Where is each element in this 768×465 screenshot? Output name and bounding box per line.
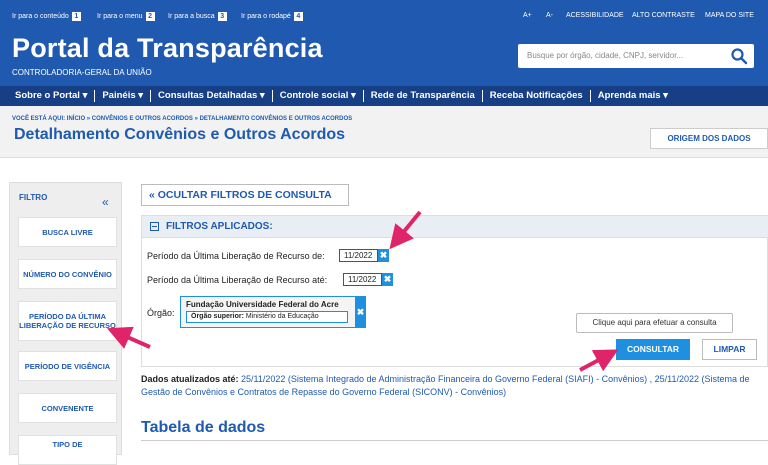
skip-link-key: 3: [217, 12, 227, 21]
font-increase-link[interactable]: A+: [523, 12, 532, 19]
applied-filters-title: FILTROS APLICADOS:: [166, 221, 273, 232]
nav-notificacoes[interactable]: Receba Notificações: [483, 90, 591, 102]
filter-tipo[interactable]: TIPO DE: [18, 435, 117, 465]
data-updated-label: Dados atualizados até:: [141, 374, 239, 384]
portal-subtitle: CONTROLADORIA-GERAL DA UNIÃO: [12, 68, 152, 77]
filter-convenente[interactable]: CONVENENTE: [18, 393, 117, 423]
filter-numero-convenio[interactable]: NÚMERO DO CONVÊNIO: [18, 259, 117, 289]
nav-consultas[interactable]: Consultas Detalhadas ▾: [151, 90, 273, 102]
portal-logo[interactable]: Portal da Transparência: [12, 33, 323, 64]
filter-label-orgao: Órgão:: [147, 308, 175, 318]
nav-aprenda[interactable]: Aprenda mais ▾: [591, 90, 675, 102]
filter-sidebar: FILTRO « BUSCA LIVRE NÚMERO DO CONVÊNIO …: [9, 182, 122, 465]
filter-label-ate: Período da Última Liberação de Recurso a…: [147, 275, 328, 285]
filter-label-de: Período da Última Liberação de Recurso d…: [147, 251, 325, 261]
skip-link-key: 1: [71, 12, 81, 21]
filter-value-ate: 11/2022: [343, 273, 382, 286]
table-title: Tabela de dados: [141, 419, 266, 436]
breadcrumb[interactable]: VOCÊ ESTÁ AQUI: INÍCIO » CONVÊNIOS E OUT…: [12, 116, 352, 122]
high-contrast-link[interactable]: ALTO CONTRASTE: [632, 12, 695, 19]
skip-link-menu[interactable]: Ir para o menu 2: [97, 12, 155, 21]
filter-title: FILTRO: [19, 193, 48, 202]
page-title: Detalhamento Convênios e Outros Acordos: [14, 126, 346, 143]
skip-link-label: Ir para a busca: [168, 13, 215, 20]
orgao-chip: Fundação Universidade Federal do Acre Ór…: [180, 296, 365, 328]
filter-periodo-liberacao[interactable]: PERÍODO DA ÚLTIMA LIBERAÇÃO DE RECURSO: [18, 301, 117, 341]
skip-link-label: Ir para o menu: [97, 13, 143, 20]
skip-link-key: 4: [293, 12, 303, 21]
nav-controle-social[interactable]: Controle social ▾: [273, 90, 364, 102]
orgao-superior-value: Ministério da Educação: [245, 313, 319, 320]
limpar-button[interactable]: LIMPAR: [702, 339, 757, 360]
consultar-button[interactable]: CONSULTAR: [616, 339, 690, 360]
sitemap-link[interactable]: MAPA DO SITE: [705, 12, 754, 19]
efetuar-consulta-button[interactable]: Clique aqui para efetuar a consulta: [576, 313, 733, 333]
applied-filters-header[interactable]: FILTROS APLICADOS:: [142, 216, 768, 238]
skip-link-label: Ir para o rodapé: [241, 13, 291, 20]
filter-busca-livre[interactable]: BUSCA LIVRE: [18, 217, 117, 247]
minus-icon[interactable]: [150, 222, 159, 231]
main-nav: Sobre o Portal ▾ Painéis ▾ Consultas Det…: [0, 86, 768, 106]
collapse-filter-icon[interactable]: «: [102, 195, 109, 209]
accessibility-link[interactable]: ACESSIBILIDADE: [566, 12, 624, 19]
origem-dados-button[interactable]: ORIGEM DOS DADOS: [650, 128, 768, 149]
orgao-superior: Órgão superior: Ministério da Educação: [186, 311, 348, 323]
site-header: Ir para o conteúdo 1 Ir para o menu 2 Ir p…: [0, 0, 768, 106]
divider: [141, 440, 768, 441]
filter-periodo-vigencia[interactable]: PERÍODO DE VIGÊNCIA: [18, 351, 117, 381]
search-placeholder: Busque por órgão, cidade, CNPJ, servidor…: [527, 51, 684, 60]
data-updated-info: Dados atualizados até: 25/11/2022 (Siste…: [141, 373, 761, 399]
skip-link-content[interactable]: Ir para o conteúdo 1: [12, 12, 81, 21]
font-decrease-link[interactable]: A-: [546, 12, 553, 19]
remove-filter-de-icon[interactable]: ✖: [378, 249, 389, 262]
remove-filter-ate-icon[interactable]: ✖: [382, 273, 393, 286]
search-icon[interactable]: [730, 47, 748, 65]
orgao-name: Fundação Universidade Federal do Acre: [186, 300, 339, 309]
nav-rede[interactable]: Rede de Transparência: [364, 90, 483, 102]
hide-filters-button[interactable]: « OCULTAR FILTROS DE CONSULTA: [141, 184, 349, 206]
skip-link-search[interactable]: Ir para a busca 3: [168, 12, 227, 21]
skip-link-footer[interactable]: Ir para o rodapé 4: [241, 12, 303, 21]
nav-paineis[interactable]: Painéis ▾: [95, 90, 152, 102]
remove-orgao-icon[interactable]: ✖: [355, 296, 366, 328]
search-input[interactable]: Busque por órgão, cidade, CNPJ, servidor…: [518, 44, 754, 68]
orgao-superior-label: Órgão superior:: [191, 313, 244, 320]
skip-link-key: 2: [145, 12, 155, 21]
filter-value-de: 11/2022: [339, 249, 378, 262]
nav-sobre[interactable]: Sobre o Portal ▾: [8, 90, 96, 102]
page-header: VOCÊ ESTÁ AQUI: INÍCIO » CONVÊNIOS E OUT…: [0, 106, 768, 158]
skip-link-label: Ir para o conteúdo: [12, 13, 69, 20]
